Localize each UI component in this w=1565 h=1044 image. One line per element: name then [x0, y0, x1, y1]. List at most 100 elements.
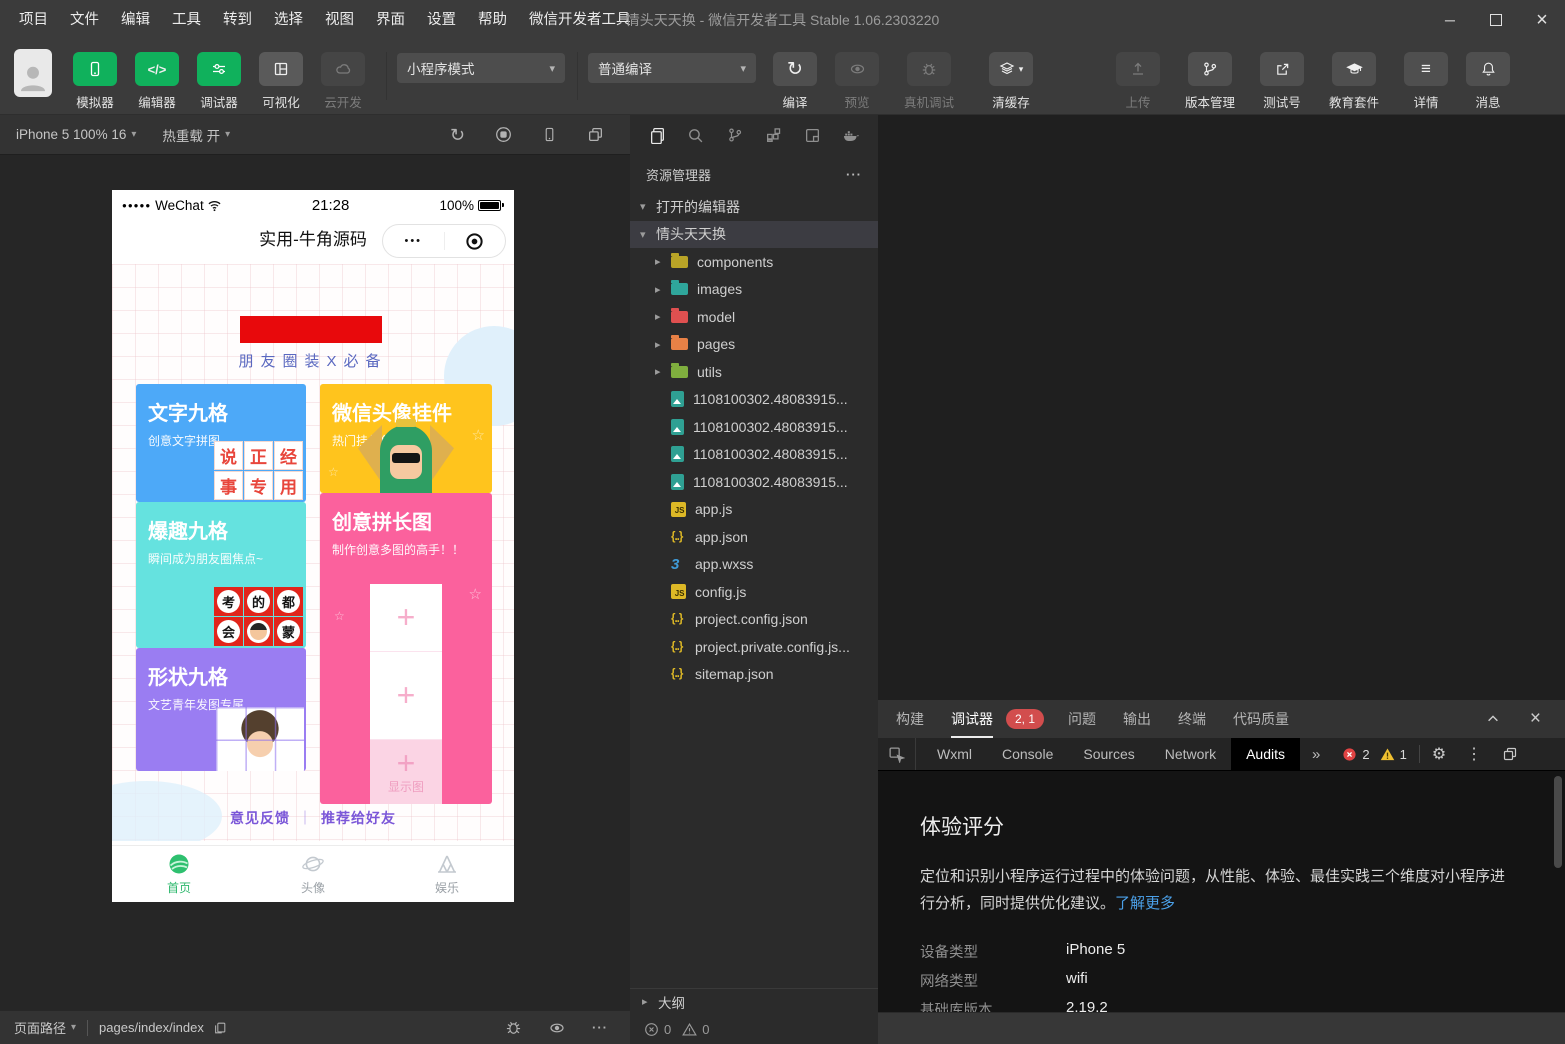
- page-path-select[interactable]: 页面路径 ▾: [0, 1018, 76, 1037]
- devtools-tab-network[interactable]: Network: [1150, 738, 1231, 770]
- file-app-js[interactable]: JSapp.js: [630, 496, 878, 524]
- file-app-wxss[interactable]: 3app.wxss: [630, 551, 878, 579]
- compile-button[interactable]: ↻ 编译: [764, 52, 826, 114]
- devtools-menu-button[interactable]: ⋮: [1466, 744, 1482, 764]
- reload-button[interactable]: ↻: [450, 126, 465, 144]
- tab-fun[interactable]: 娱乐: [380, 846, 514, 902]
- device-frame-button[interactable]: [542, 126, 557, 143]
- search-view-button[interactable]: [685, 127, 707, 144]
- hot-reload-toggle[interactable]: 热重载 开 ▾: [136, 125, 230, 145]
- undock-button[interactable]: [1502, 746, 1518, 762]
- tile-avatar-pendant[interactable]: 微信头像挂件 热门挂件免费用~ ☆ ☆: [320, 384, 492, 493]
- file-sitemap-json[interactable]: {..}sitemap.json: [630, 661, 878, 689]
- collapse-panel-button[interactable]: [1486, 712, 1500, 726]
- copy-path-button[interactable]: [213, 1021, 227, 1035]
- folder-pages[interactable]: ▸pages: [630, 331, 878, 359]
- recommend-link[interactable]: 推荐给好友: [321, 810, 396, 826]
- record-button[interactable]: [495, 126, 512, 143]
- file-image-1[interactable]: 1108100302.48083915...: [630, 386, 878, 414]
- minimize-button[interactable]: ─: [1427, 0, 1473, 40]
- tab-terminal[interactable]: 终端: [1178, 700, 1206, 738]
- panel-view-button[interactable]: [801, 127, 823, 144]
- console-error-badge[interactable]: 2: [1342, 738, 1369, 770]
- close-panel-button[interactable]: ×: [1530, 708, 1541, 730]
- avatar[interactable]: [14, 49, 52, 97]
- preview-mode-button[interactable]: [548, 1020, 566, 1036]
- console-warning-badge[interactable]: 1: [1380, 738, 1407, 770]
- tab-build[interactable]: 构建: [896, 700, 924, 738]
- explorer-view-button[interactable]: [646, 127, 668, 144]
- inspect-element-button[interactable]: [878, 738, 916, 770]
- file-project-private-config[interactable]: {..}project.private.config.js...: [630, 633, 878, 661]
- close-button[interactable]: ×: [1519, 0, 1565, 40]
- menu-select[interactable]: 选择: [263, 0, 314, 40]
- file-project-config[interactable]: {..}project.config.json: [630, 606, 878, 634]
- tab-debugger[interactable]: 调试器: [951, 700, 993, 738]
- clear-cache-button[interactable]: ▾ 清缓存: [970, 52, 1052, 114]
- folder-components[interactable]: ▸components: [630, 248, 878, 276]
- menu-settings[interactable]: 设置: [416, 0, 467, 40]
- problems-summary[interactable]: 0 0: [630, 1014, 878, 1044]
- devtools-settings-button[interactable]: ⚙: [1432, 744, 1446, 764]
- scrollbar-thumb[interactable]: [1554, 776, 1562, 868]
- more-tabs-button[interactable]: »: [1300, 738, 1332, 770]
- project-root-section[interactable]: ▾情头天天换: [630, 221, 878, 249]
- file-image-2[interactable]: 1108100302.48083915...: [630, 413, 878, 441]
- git-view-button[interactable]: [724, 127, 746, 143]
- mode-select[interactable]: 小程序模式 ▾: [397, 53, 565, 83]
- explorer-more-button[interactable]: ···: [846, 167, 862, 182]
- menu-view[interactable]: 视图: [314, 0, 365, 40]
- detail-button[interactable]: ≡ 详情: [1395, 52, 1457, 114]
- file-image-3[interactable]: 1108100302.48083915...: [630, 441, 878, 469]
- open-editors-section[interactable]: ▾打开的编辑器: [630, 193, 878, 221]
- float-window-button[interactable]: [587, 126, 604, 143]
- menu-goto[interactable]: 转到: [212, 0, 263, 40]
- tile-fun-nine-grid[interactable]: 爆趣九格 瞬间成为朋友圈焦点~ 考 的 都 会 蒙: [136, 502, 306, 648]
- menu-edit[interactable]: 编辑: [110, 0, 161, 40]
- device-selector[interactable]: iPhone 5 100% 16 ▾: [0, 127, 136, 142]
- file-config-js[interactable]: JSconfig.js: [630, 578, 878, 606]
- education-suite-button[interactable]: 教育套件: [1313, 52, 1395, 114]
- file-app-json[interactable]: {..}app.json: [630, 523, 878, 551]
- devtools-tab-sources[interactable]: Sources: [1068, 738, 1149, 770]
- menu-devtools[interactable]: 微信开发者工具: [518, 0, 642, 40]
- folder-images[interactable]: ▸images: [630, 276, 878, 304]
- folder-model[interactable]: ▸model: [630, 303, 878, 331]
- menu-tools[interactable]: 工具: [161, 0, 212, 40]
- maximize-button[interactable]: [1473, 0, 1519, 40]
- feedback-link[interactable]: 意见反馈: [230, 810, 290, 826]
- tab-avatar[interactable]: 头像: [246, 846, 380, 902]
- tile-shape-nine-grid[interactable]: 形状九格 文艺青年发图专属: [136, 648, 306, 771]
- devtools-tab-audits[interactable]: Audits: [1231, 738, 1300, 770]
- devtools-tab-console[interactable]: Console: [987, 738, 1068, 770]
- docker-view-button[interactable]: [840, 127, 862, 143]
- visualization-button[interactable]: 可视化: [250, 52, 312, 114]
- tile-text-nine-grid[interactable]: 文字九格 创意文字拼图 说 正 经 事 专 用: [136, 384, 306, 502]
- tab-problems[interactable]: 问题: [1068, 700, 1096, 738]
- ad-banner[interactable]: [240, 316, 382, 343]
- test-account-button[interactable]: 测试号: [1251, 52, 1313, 114]
- menu-project[interactable]: 项目: [8, 0, 59, 40]
- debugger-toggle-button[interactable]: 调试器: [188, 52, 250, 114]
- menu-help[interactable]: 帮助: [467, 0, 518, 40]
- vconsole-button[interactable]: [505, 1019, 522, 1036]
- exit-button[interactable]: [445, 232, 506, 251]
- learn-more-link[interactable]: 了解更多: [1115, 895, 1175, 912]
- file-image-4[interactable]: 1108100302.48083915...: [630, 468, 878, 496]
- compile-mode-select[interactable]: 普通编译 ▾: [588, 53, 756, 83]
- simulator-toggle-button[interactable]: 模拟器: [64, 52, 126, 114]
- tile-long-picture[interactable]: 创意拼长图 制作创意多图的高手！！ ☆ ☆ + + +显示图: [320, 493, 492, 804]
- extensions-view-button[interactable]: [762, 127, 784, 144]
- menu-file[interactable]: 文件: [59, 0, 110, 40]
- tab-output[interactable]: 输出: [1123, 700, 1151, 738]
- tab-code-quality[interactable]: 代码质量: [1233, 700, 1289, 738]
- version-manage-button[interactable]: 版本管理: [1169, 52, 1251, 114]
- outline-section[interactable]: ▸ 大纲: [630, 988, 878, 1014]
- menu-interface[interactable]: 界面: [365, 0, 416, 40]
- message-button[interactable]: 消息: [1457, 52, 1519, 114]
- devtools-tab-wxml[interactable]: Wxml: [922, 738, 987, 770]
- more-button[interactable]: •••: [383, 235, 444, 247]
- editor-toggle-button[interactable]: </> 编辑器: [126, 52, 188, 114]
- more-options-button[interactable]: ···: [592, 1020, 608, 1035]
- folder-utils[interactable]: ▸utils: [630, 358, 878, 386]
